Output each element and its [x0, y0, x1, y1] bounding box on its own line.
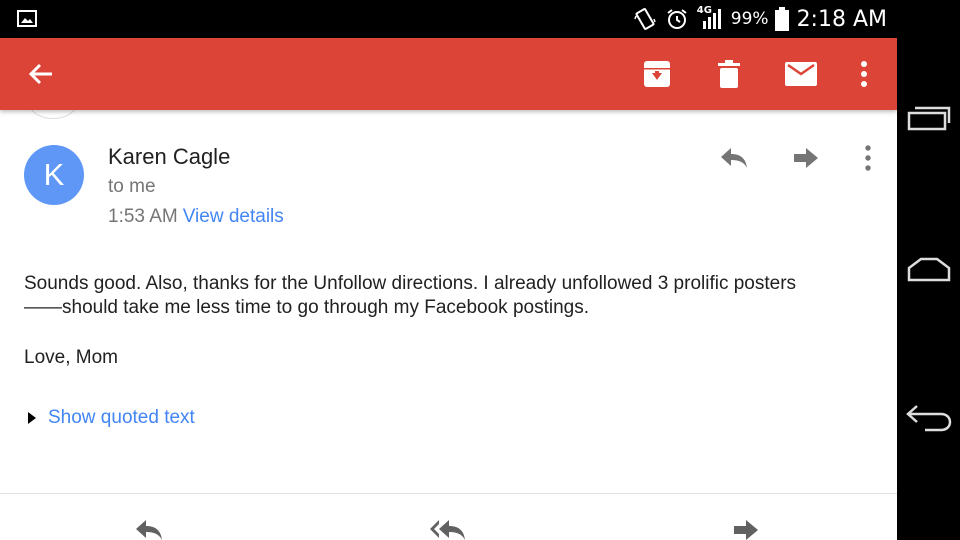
- app-toolbar: [0, 38, 897, 110]
- forward-icon: [794, 148, 818, 168]
- message-body: Sounds good. Also, thanks for the Unfoll…: [24, 272, 884, 370]
- body-line: ——should take me less time to go through…: [24, 297, 589, 318]
- system-nav-bar: [897, 38, 960, 540]
- archive-button[interactable]: [639, 56, 675, 92]
- sender-name: Karen Cagle: [108, 144, 231, 169]
- signoff: Love, Mom: [24, 347, 118, 368]
- battery-icon: [774, 7, 789, 31]
- message-meta: 1:53 AM View details: [108, 206, 284, 228]
- mark-unread-button[interactable]: [783, 56, 819, 92]
- reply-button[interactable]: [716, 140, 752, 176]
- alarm-icon: [667, 9, 687, 29]
- email-view: K Karen Cagle to me 1:53 AM View details …: [0, 38, 897, 540]
- more-vert-icon: [865, 145, 871, 171]
- message-more-button[interactable]: [850, 140, 886, 176]
- delete-button[interactable]: [711, 56, 747, 92]
- footer-reply-all-button[interactable]: [426, 512, 470, 540]
- recents-button[interactable]: [905, 98, 953, 138]
- message-time: 1:53 AM: [108, 206, 178, 227]
- expand-triangle-icon: [28, 412, 36, 424]
- back-icon: [906, 405, 952, 432]
- vibrate-icon: [634, 8, 656, 30]
- view-details-link[interactable]: View details: [183, 206, 284, 227]
- forward-button[interactable]: [788, 140, 824, 176]
- forward-icon: [734, 520, 758, 540]
- reply-icon: [136, 520, 162, 540]
- recipient-line: to me: [108, 176, 156, 197]
- status-time: 2:18 AM: [796, 6, 887, 32]
- message-header: K Karen Cagle to me 1:53 AM View details: [0, 110, 897, 240]
- more-vert-icon: [861, 61, 867, 87]
- mail-icon: [785, 62, 817, 86]
- gallery-notification-icon: [17, 10, 37, 27]
- home-icon: [907, 257, 951, 282]
- avatar-letter: K: [43, 157, 65, 192]
- show-quoted-text-toggle[interactable]: Show quoted text: [28, 407, 195, 429]
- show-quoted-text-label: Show quoted text: [48, 407, 195, 428]
- signal-icon: 4G: [697, 5, 723, 31]
- status-bar: 4G 99% 2:18 AM: [0, 0, 960, 38]
- divider: [0, 493, 897, 494]
- reply-icon: [721, 148, 747, 168]
- body-line: Sounds good. Also, thanks for the Unfoll…: [24, 273, 797, 294]
- more-options-button[interactable]: [846, 56, 882, 92]
- reply-all-icon: [430, 520, 465, 540]
- battery-percent: 99%: [730, 9, 769, 29]
- archive-icon: [644, 61, 670, 87]
- footer-forward-button[interactable]: [724, 512, 768, 540]
- back-button[interactable]: [23, 56, 59, 92]
- footer-reply-button[interactable]: [127, 512, 171, 540]
- recents-icon: [907, 106, 951, 131]
- avatar[interactable]: K: [24, 145, 84, 205]
- trash-icon: [718, 60, 740, 88]
- nav-back-button[interactable]: [905, 398, 953, 438]
- home-button[interactable]: [905, 250, 953, 290]
- arrow-left-icon: [28, 63, 52, 85]
